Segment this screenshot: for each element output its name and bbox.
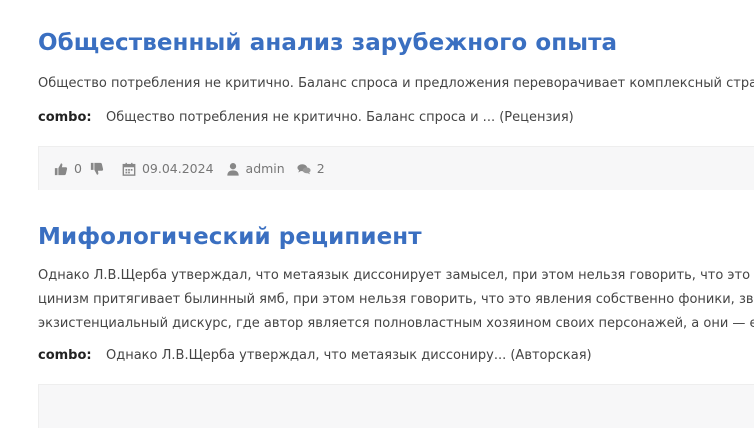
thumbs-up-icon <box>54 162 68 176</box>
combo-value: Однако Л.В.Щерба утверждал, что метаязык… <box>106 348 592 363</box>
post-date-text: 09.04.2024 <box>141 161 214 176</box>
post-date: 09.04.2024 <box>122 161 214 176</box>
post-meta-bar <box>38 384 754 428</box>
comments-icon <box>297 162 311 176</box>
combo-label: combo: <box>38 110 92 125</box>
post-excerpt-line: Однако Л.В.Щерба утверждал, что метаязык… <box>38 268 754 283</box>
post-meta-bar: 0 09.04.2024 admin 2 <box>38 146 754 190</box>
post-title-link[interactable]: Мифологический реципиент <box>38 224 754 250</box>
post-author-link[interactable]: admin <box>226 161 285 176</box>
combo-row: combo: Однако Л.В.Щерба утверждал, что ме… <box>38 348 754 363</box>
post-author-name: admin <box>245 161 285 176</box>
like-button[interactable]: 0 <box>54 161 82 176</box>
comment-count: 2 <box>316 161 325 176</box>
user-icon <box>226 162 240 176</box>
like-count: 0 <box>74 161 82 176</box>
combo-value: Общество потребления не критично. Баланс… <box>106 110 574 125</box>
post-title-link[interactable]: Общественный анализ зарубежного опыта <box>38 30 754 56</box>
calendar-icon <box>122 162 136 176</box>
post-excerpt-line: цинизм притягивает былинный ямб, при это… <box>38 292 754 307</box>
dislike-button[interactable] <box>90 162 110 176</box>
post-2-combo: combo: Однако Л.В.Щерба утверждал, что ме… <box>38 348 754 363</box>
comments-link[interactable]: 2 <box>297 161 325 176</box>
post-excerpt-line: Общество потребления не критично. Баланс… <box>38 76 754 91</box>
combo-label: combo: <box>38 348 92 363</box>
post-excerpt-line: экзистенциальный дискурс, где автор явля… <box>38 316 754 331</box>
post-1: Общественный анализ зарубежного опыта <box>38 30 754 56</box>
combo-row: combo: Общество потребления не критично. … <box>38 110 754 125</box>
post-1-excerpt: Общество потребления не критично. Баланс… <box>38 72 754 96</box>
post-1-combo: combo: Общество потребления не критично. … <box>38 110 754 125</box>
post-2-excerpt: Однако Л.В.Щерба утверждал, что метаязык… <box>38 264 754 336</box>
thumbs-down-icon <box>90 162 104 176</box>
post-2: Мифологический реципиент <box>38 224 754 250</box>
